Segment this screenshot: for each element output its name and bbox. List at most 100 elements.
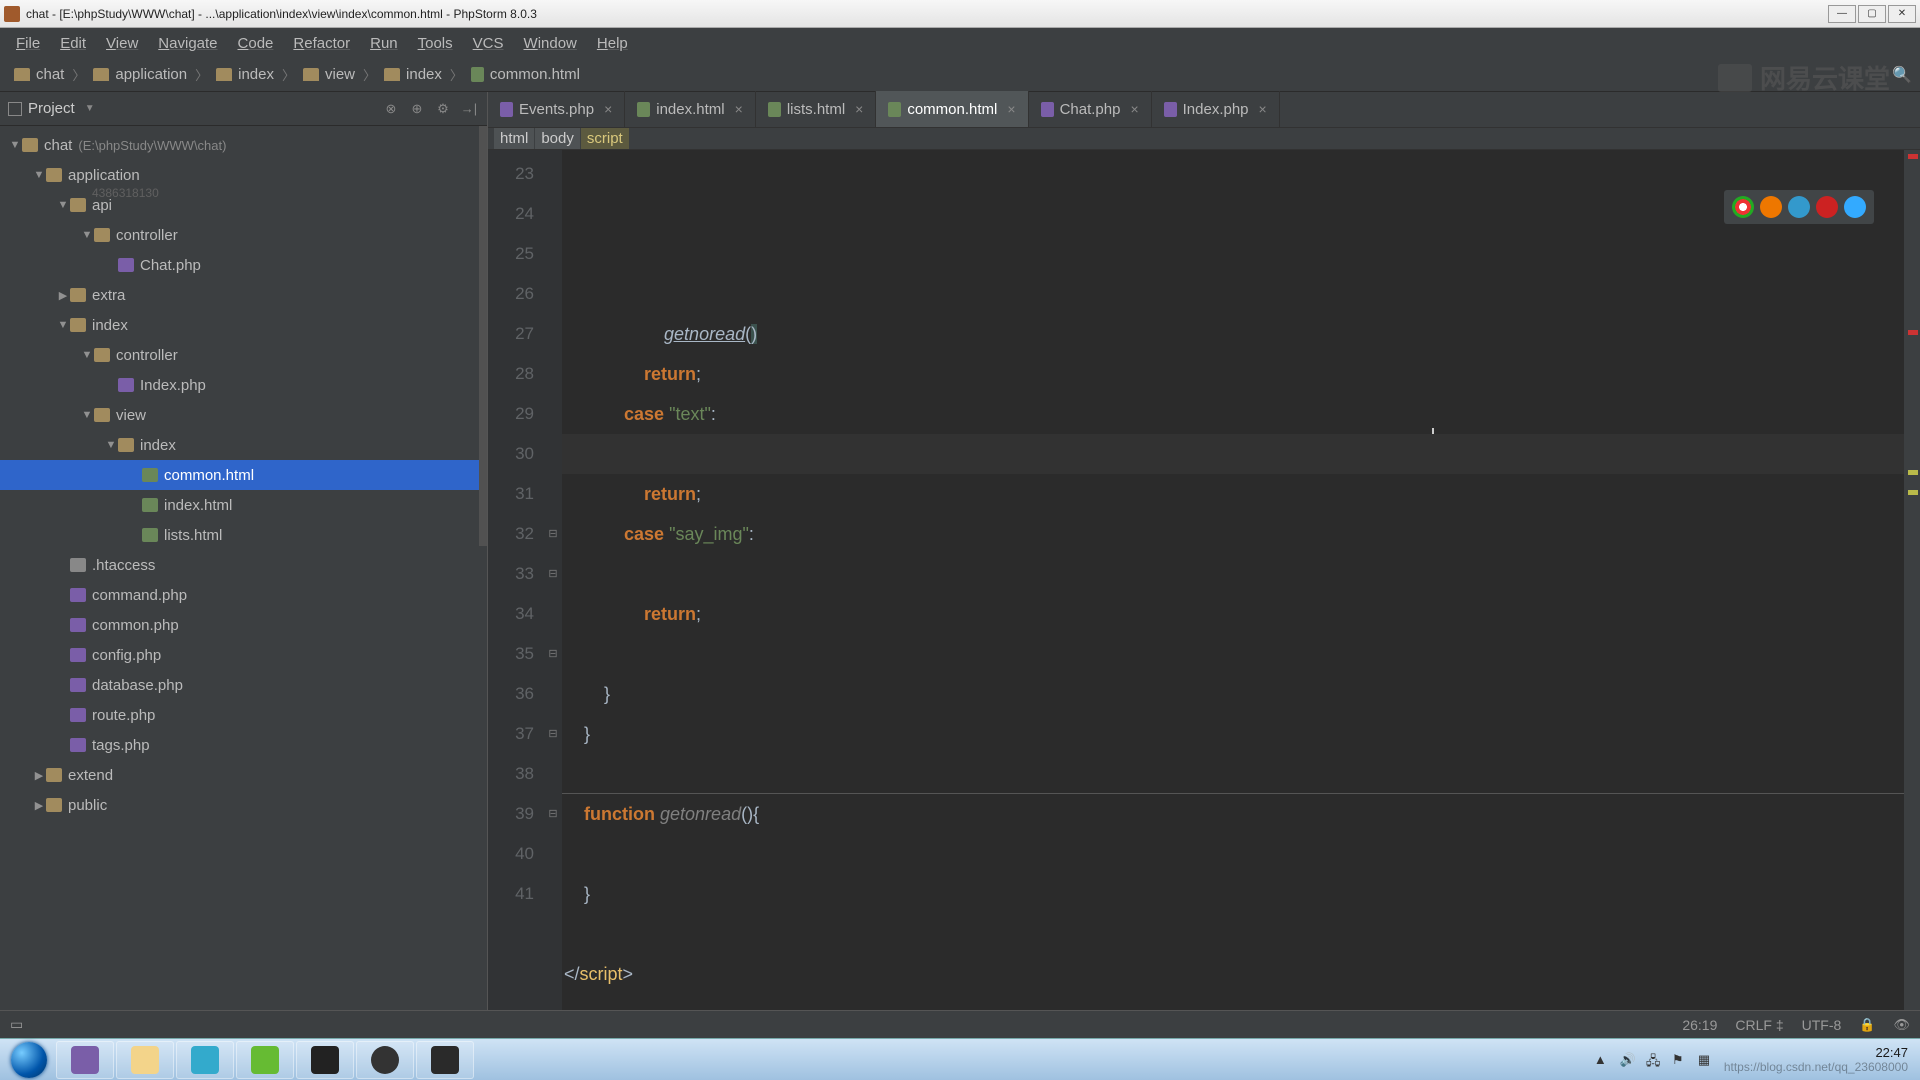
menu-refactor[interactable]: Refactor bbox=[283, 31, 360, 56]
structure-crumb-body[interactable]: body bbox=[535, 128, 580, 149]
close-button[interactable]: ✕ bbox=[1888, 5, 1916, 23]
tree-node-common-php[interactable]: common.php bbox=[0, 610, 487, 640]
tray-ime-icon[interactable]: ▦ bbox=[1698, 1052, 1714, 1068]
tree-arrow-icon[interactable] bbox=[104, 439, 118, 451]
code-line[interactable]: function getonread(){ bbox=[562, 794, 1904, 834]
tree-node-api[interactable]: api bbox=[0, 190, 487, 220]
line-number[interactable]: 34 bbox=[488, 594, 544, 634]
tree-arrow-icon[interactable] bbox=[56, 199, 70, 211]
tree-arrow-icon[interactable] bbox=[80, 349, 94, 361]
tree-node-index-php[interactable]: Index.php bbox=[0, 370, 487, 400]
line-number[interactable]: 41 bbox=[488, 874, 544, 914]
code-content[interactable]: getnoread() return; case "text": return;… bbox=[562, 150, 1904, 1074]
tray-network-icon[interactable]: 🖧 bbox=[1646, 1052, 1662, 1068]
line-number[interactable]: 26 bbox=[488, 274, 544, 314]
code-line[interactable] bbox=[562, 914, 1904, 954]
taskbar-clock[interactable]: 22:47 https://blog.csdn.net/qq_23608000 bbox=[1724, 1045, 1908, 1075]
line-number[interactable]: 38 bbox=[488, 754, 544, 794]
tree-node-index[interactable]: index bbox=[0, 310, 487, 340]
status-left-icon[interactable]: ▭ bbox=[10, 1016, 23, 1033]
tree-node-index[interactable]: index bbox=[0, 430, 487, 460]
code-line[interactable]: getnoread() bbox=[562, 314, 1904, 354]
tree-node-route-php[interactable]: route.php bbox=[0, 700, 487, 730]
file-encoding[interactable]: UTF-8 bbox=[1802, 1017, 1842, 1033]
tree-node-common-html[interactable]: common.html bbox=[0, 460, 487, 490]
line-number[interactable]: 40 bbox=[488, 834, 544, 874]
minimize-button[interactable]: ― bbox=[1828, 5, 1856, 23]
taskbar-app-explorer[interactable] bbox=[116, 1041, 174, 1079]
tree-node-chat-php[interactable]: Chat.php bbox=[0, 250, 487, 280]
settings-gear-icon[interactable]: ⚙ bbox=[433, 99, 453, 119]
breadcrumb-item[interactable]: index bbox=[378, 62, 448, 87]
firefox-icon[interactable] bbox=[1760, 196, 1782, 218]
menu-window[interactable]: Window bbox=[514, 31, 587, 56]
code-line[interactable]: case "text": bbox=[562, 394, 1904, 434]
tree-node-controller[interactable]: controller bbox=[0, 220, 487, 250]
line-number[interactable]: 27 bbox=[488, 314, 544, 354]
tab-close-icon[interactable]: × bbox=[735, 101, 743, 117]
line-number[interactable]: 25 bbox=[488, 234, 544, 274]
tab-index-html[interactable]: index.html× bbox=[625, 91, 756, 127]
menu-run[interactable]: Run bbox=[360, 31, 408, 56]
error-marker[interactable] bbox=[1908, 330, 1918, 335]
code-line[interactable]: return; bbox=[562, 354, 1904, 394]
line-number[interactable]: 24 bbox=[488, 194, 544, 234]
menu-navigate[interactable]: Navigate bbox=[148, 31, 227, 56]
menu-tools[interactable]: Tools bbox=[408, 31, 463, 56]
readonly-lock-icon[interactable]: 🔒 bbox=[1859, 1017, 1875, 1033]
error-strip[interactable] bbox=[1904, 150, 1920, 1074]
safari-icon[interactable] bbox=[1788, 196, 1810, 218]
structure-crumb-html[interactable]: html bbox=[494, 128, 534, 149]
collapse-all-icon[interactable]: ⊗ bbox=[381, 99, 401, 119]
code-line[interactable] bbox=[562, 434, 1904, 474]
taskbar-app-dark2[interactable] bbox=[416, 1041, 474, 1079]
tree-node-index-html[interactable]: index.html bbox=[0, 490, 487, 520]
tray-chevron-icon[interactable]: ▲ bbox=[1594, 1052, 1610, 1068]
tray-volume-icon[interactable]: 🔊 bbox=[1620, 1052, 1636, 1068]
code-line[interactable]: case "say_img": bbox=[562, 514, 1904, 554]
tab-close-icon[interactable]: × bbox=[604, 101, 612, 117]
tree-arrow-icon[interactable] bbox=[80, 409, 94, 421]
breadcrumb-item[interactable]: application bbox=[87, 62, 193, 87]
breadcrumb-item[interactable]: index bbox=[210, 62, 280, 87]
line-number[interactable]: 31 bbox=[488, 474, 544, 514]
tree-node-extra[interactable]: extra bbox=[0, 280, 487, 310]
tree-node-database-php[interactable]: database.php bbox=[0, 670, 487, 700]
fold-handle[interactable]: ⊟ bbox=[544, 794, 562, 834]
tab-events-php[interactable]: Events.php× bbox=[488, 91, 625, 127]
code-line[interactable]: } bbox=[562, 874, 1904, 914]
tree-arrow-icon[interactable] bbox=[32, 169, 46, 181]
line-number[interactable]: 36 bbox=[488, 674, 544, 714]
tree-node-config-php[interactable]: config.php bbox=[0, 640, 487, 670]
code-editor[interactable]: 23242526272829303132333435363738394041 ⊟… bbox=[488, 150, 1920, 1074]
taskbar-app-green[interactable] bbox=[236, 1041, 294, 1079]
line-number[interactable]: 28 bbox=[488, 354, 544, 394]
project-tree[interactable]: 4386318130 chat(E:\phpStudy\WWW\chat)app… bbox=[0, 126, 487, 1038]
tab-lists-html[interactable]: lists.html× bbox=[756, 91, 877, 127]
search-icon[interactable]: 🔍 bbox=[1892, 65, 1912, 85]
line-separator[interactable]: CRLF ‡ bbox=[1735, 1017, 1783, 1033]
tree-node-command-php[interactable]: command.php bbox=[0, 580, 487, 610]
line-number[interactable]: 39 bbox=[488, 794, 544, 834]
tree-node-controller[interactable]: controller bbox=[0, 340, 487, 370]
breadcrumb-item[interactable]: common.html bbox=[465, 62, 586, 87]
tree-node-extend[interactable]: extend bbox=[0, 760, 487, 790]
chrome-icon[interactable] bbox=[1732, 196, 1754, 218]
tab-close-icon[interactable]: × bbox=[1130, 101, 1138, 117]
tree-node--htaccess[interactable]: .htaccess bbox=[0, 550, 487, 580]
line-number[interactable]: 30 bbox=[488, 434, 544, 474]
warning-marker[interactable] bbox=[1908, 470, 1918, 475]
tab-close-icon[interactable]: × bbox=[855, 101, 863, 117]
menu-vcs[interactable]: VCS bbox=[463, 31, 514, 56]
tree-node-application[interactable]: application bbox=[0, 160, 487, 190]
code-line[interactable]: return; bbox=[562, 594, 1904, 634]
tree-node-lists-html[interactable]: lists.html bbox=[0, 520, 487, 550]
tray-flag-icon[interactable]: ⚑ bbox=[1672, 1052, 1688, 1068]
tree-node-chat[interactable]: chat(E:\phpStudy\WWW\chat) bbox=[0, 130, 487, 160]
code-line[interactable]: } bbox=[562, 714, 1904, 754]
tree-arrow-icon[interactable] bbox=[32, 799, 46, 812]
tree-node-public[interactable]: public bbox=[0, 790, 487, 820]
breadcrumb-item[interactable]: view bbox=[297, 62, 361, 87]
line-number[interactable]: 37 bbox=[488, 714, 544, 754]
tree-arrow-icon[interactable] bbox=[32, 769, 46, 782]
